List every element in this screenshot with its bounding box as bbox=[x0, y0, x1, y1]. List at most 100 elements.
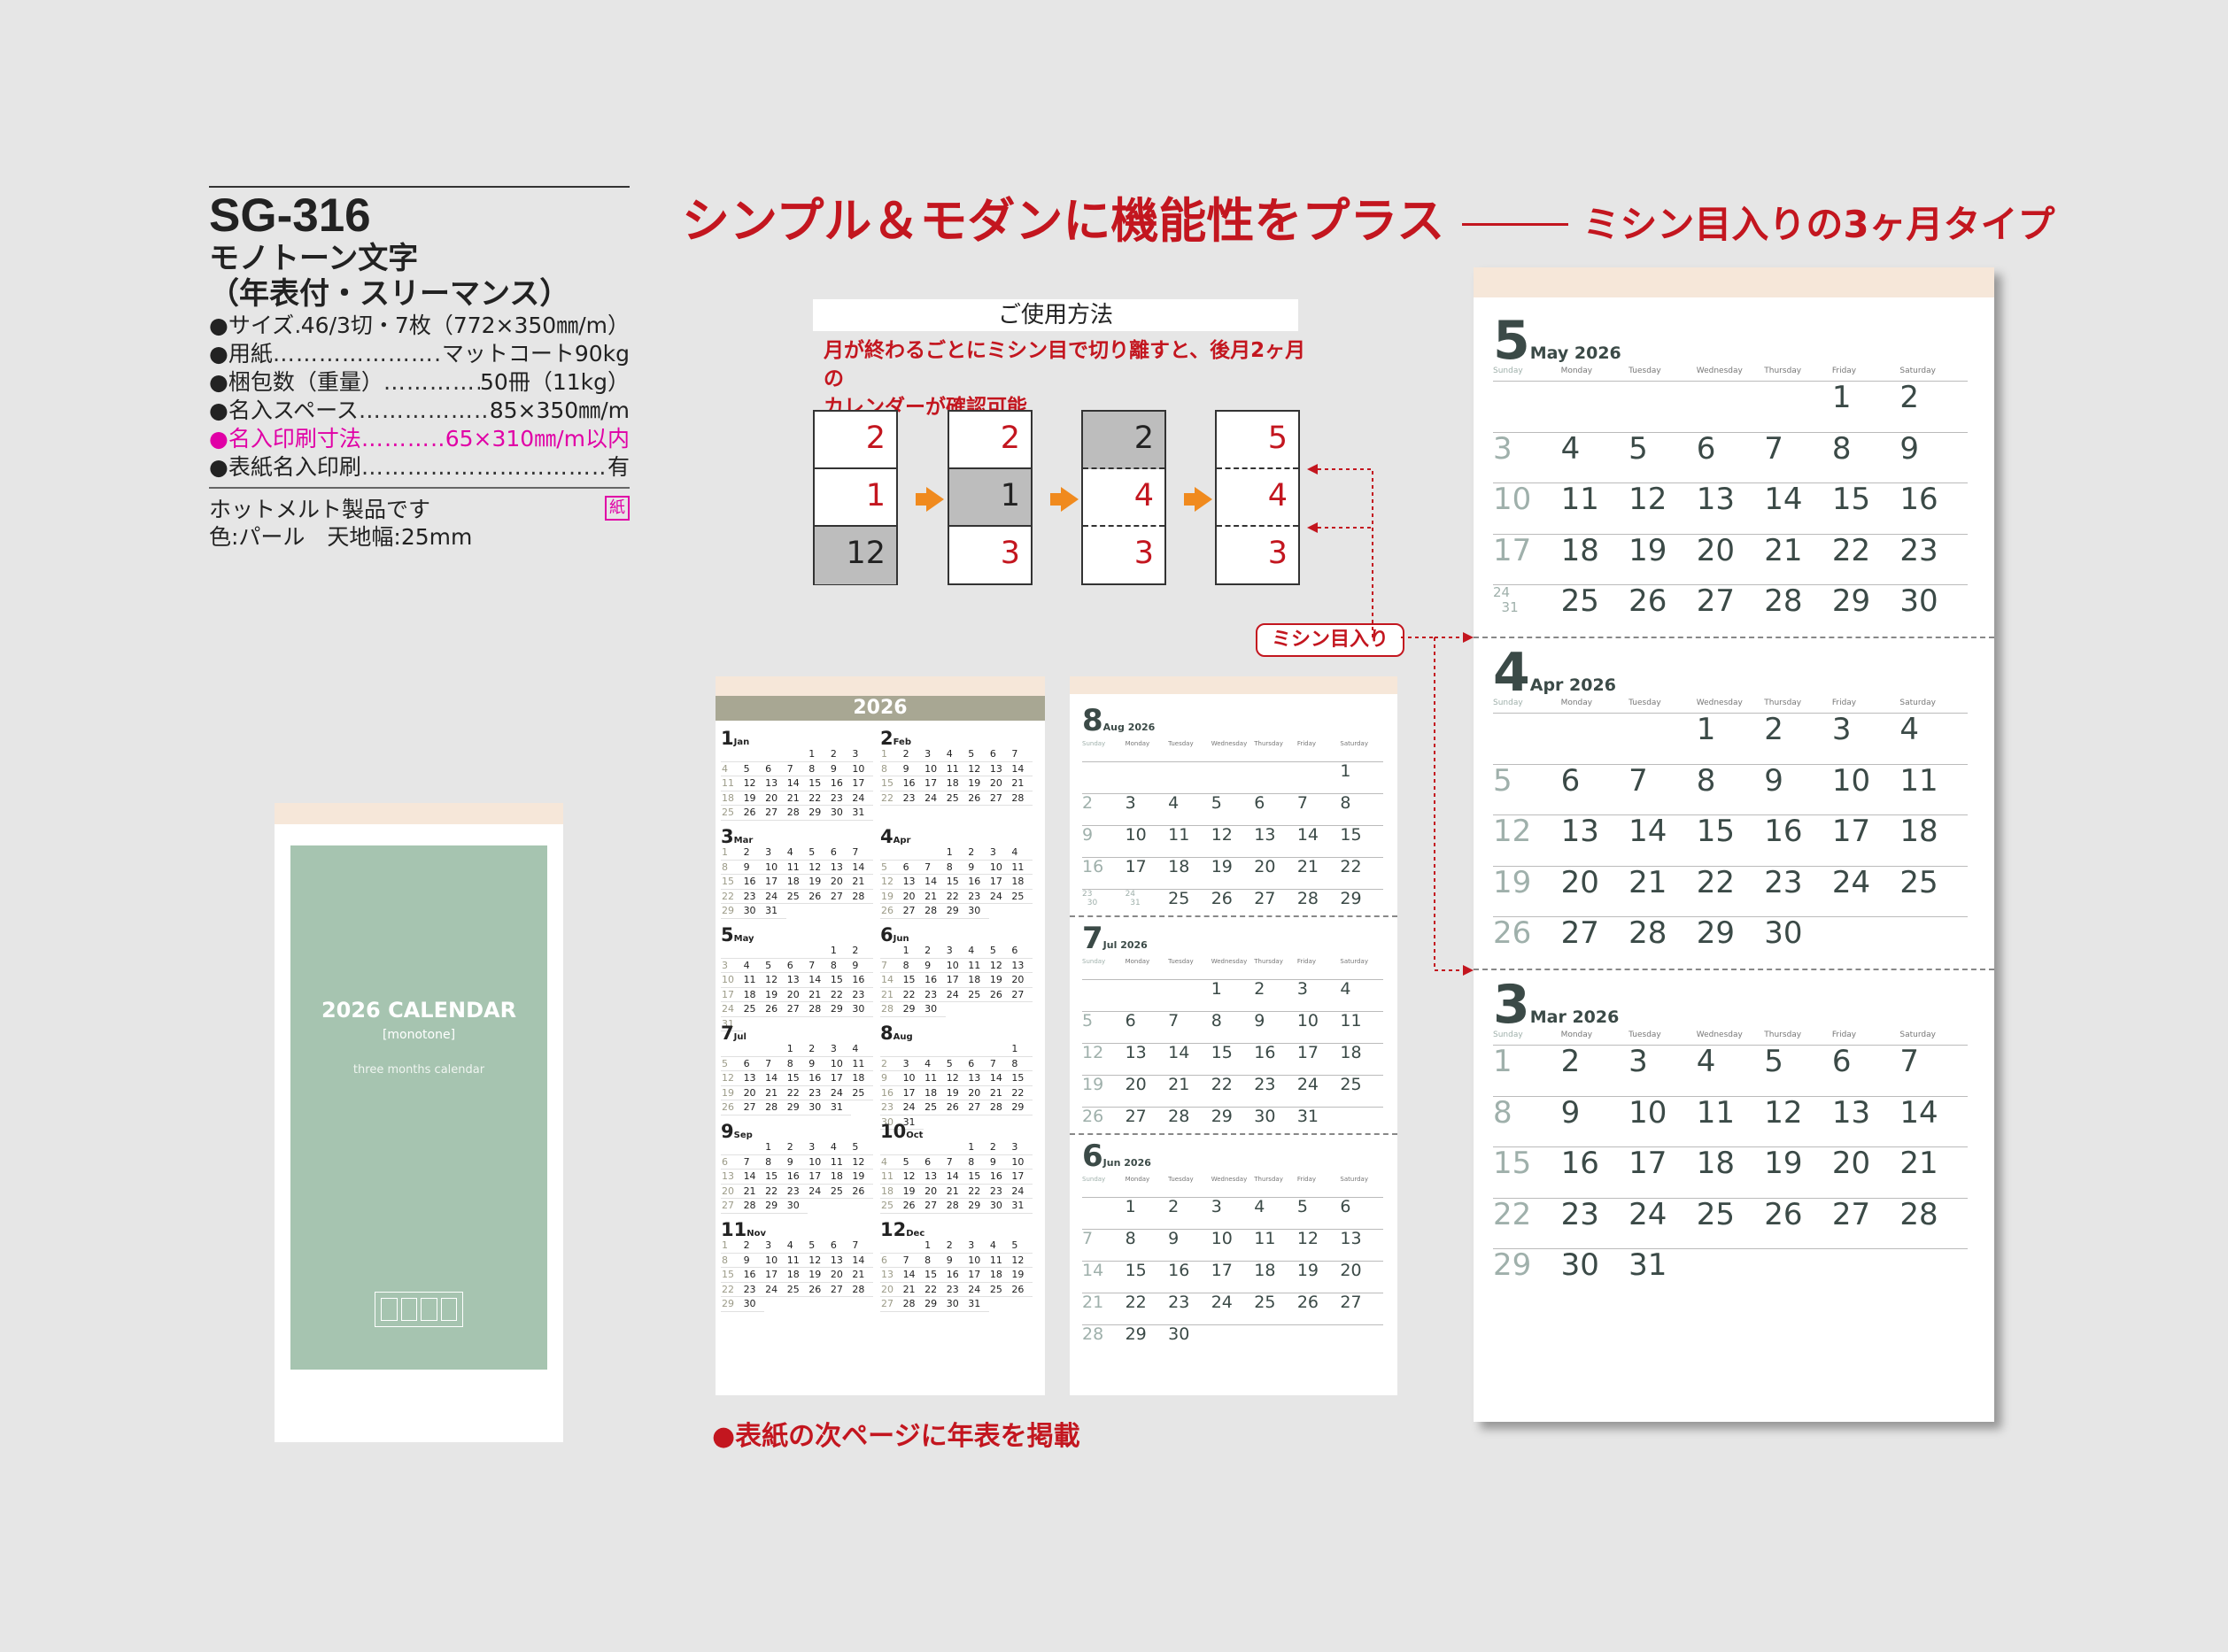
day-cell: 29 bbox=[967, 1199, 989, 1214]
day-cell: 23 bbox=[851, 988, 873, 1002]
day-cell: 24 bbox=[808, 1185, 830, 1199]
day-cell: 27 bbox=[1696, 584, 1765, 636]
year-month: 9Sep 1 2 3 4 5 6 7 8 9 10 11 12 13 14 15 16 17 18 19 20 21 22 2… bbox=[721, 1121, 873, 1214]
cover-title: 2026 CALENDAR bbox=[321, 998, 517, 1023]
weekday-label: Sunday bbox=[1082, 958, 1106, 965]
day-cell: 7 bbox=[1168, 1011, 1211, 1043]
day-cell: 8 bbox=[1211, 1011, 1255, 1043]
day-cell: 15 bbox=[901, 973, 924, 988]
day-cell: 25 bbox=[1696, 1197, 1765, 1249]
day-cell: 10 bbox=[808, 1155, 830, 1170]
year-month: 10Oct 1 2 3 4 5 6 7 8 9 10 11 12 13 14 15 16 17 18 19 20 21 22… bbox=[880, 1121, 1033, 1214]
day-cell: 24 bbox=[901, 1100, 924, 1115]
weekday-label: Friday bbox=[1296, 958, 1317, 965]
day-cell: 10 bbox=[721, 973, 743, 988]
day-cell: 21 bbox=[1899, 1146, 1968, 1198]
day-cell: 3 bbox=[764, 845, 786, 861]
day-cell: 8 bbox=[829, 959, 852, 973]
day-cell: 23 bbox=[945, 1283, 968, 1297]
month-name: May bbox=[733, 934, 754, 944]
day-cell: 12 bbox=[851, 1155, 873, 1170]
day-cell: 24 bbox=[721, 1002, 743, 1017]
day-cell: 17 bbox=[1628, 1146, 1697, 1198]
month-number: 6 bbox=[1082, 1139, 1103, 1174]
day-cell: 1 bbox=[829, 944, 852, 959]
day-cell: 11 bbox=[967, 959, 989, 973]
day-cell: 30 bbox=[785, 1199, 808, 1214]
month-name: May 2026 bbox=[1529, 344, 1621, 363]
day-cell: 21 bbox=[851, 1268, 873, 1283]
day-cell: 21 bbox=[764, 1086, 786, 1100]
year-band: 2026 bbox=[716, 696, 1045, 721]
day-cell: 3 bbox=[901, 1057, 924, 1071]
day-cell: 6 bbox=[1340, 1197, 1383, 1229]
day-cell: 23 bbox=[742, 890, 765, 904]
day-cell: 19 bbox=[721, 1086, 743, 1100]
year-month-grid: 1 2 3 4 5 6 7 8 9 10 11 12 13 14 15 16 17 18 19 20 21 22 23 24 2… bbox=[721, 1239, 873, 1312]
day-cell: 4 bbox=[1010, 845, 1033, 861]
day-cell: 30 bbox=[851, 1002, 873, 1017]
weekday-label: Saturday bbox=[1899, 699, 1936, 707]
day-cell: 1 bbox=[1125, 1197, 1169, 1229]
day-cell: 21 bbox=[1628, 865, 1697, 917]
day-cell: 15 bbox=[785, 1071, 808, 1086]
day-cell: 9 bbox=[924, 959, 946, 973]
perforation-line bbox=[1474, 637, 1994, 638]
day-cell: 10 bbox=[1125, 825, 1169, 857]
month-name: Dec bbox=[906, 1229, 925, 1239]
day-cell: 12 bbox=[1493, 814, 1561, 866]
day-cell: 9 bbox=[808, 1057, 830, 1071]
day-cell: 11 bbox=[988, 1254, 1011, 1268]
day-cell: 12 bbox=[808, 1254, 830, 1268]
day-cell: 4 bbox=[945, 747, 968, 762]
day-cell: 17 bbox=[764, 1268, 786, 1283]
day-cell: 23 bbox=[742, 1283, 765, 1297]
day-cell: 10 bbox=[764, 861, 786, 875]
day-cell: 26 bbox=[721, 1100, 743, 1115]
month-name: Jun bbox=[893, 934, 909, 944]
day-cell: 27 bbox=[901, 904, 924, 919]
day-cell: 8 bbox=[901, 959, 924, 973]
day-cell: 14 bbox=[742, 1170, 765, 1185]
day-cell: 16 bbox=[829, 776, 852, 791]
weekday-label: Sunday bbox=[1493, 1031, 1523, 1039]
day-cell: 9 bbox=[785, 1155, 808, 1170]
day-cell: 31 bbox=[829, 1100, 852, 1115]
day-cell: 8 bbox=[721, 1254, 743, 1268]
day-cell: 14 bbox=[901, 1268, 924, 1283]
day-cell: 1 bbox=[721, 1239, 743, 1254]
year-month: 1Jan 1 2 3 4 5 6 7 8 9 10 11 12 13 14 15 16 17 18 19 20 21 22 2… bbox=[721, 728, 873, 821]
day-cell: 19 bbox=[851, 1170, 873, 1185]
day-cell: 1 bbox=[1211, 979, 1255, 1011]
day-cell: 14 bbox=[1899, 1095, 1968, 1147]
day-cell: 1 bbox=[880, 747, 902, 762]
binding-strip bbox=[1474, 267, 1994, 297]
day-cell: 17 bbox=[851, 776, 873, 791]
day-cell: 6 bbox=[1125, 1011, 1169, 1043]
day-cell: 20 bbox=[785, 988, 808, 1002]
day-cell: 16 bbox=[880, 1086, 902, 1100]
day-cell: 30 bbox=[1168, 1324, 1211, 1356]
day-cell: 28 bbox=[901, 1297, 924, 1312]
cover-page: 2026 CALENDAR [monotone] three months ca… bbox=[275, 803, 563, 1442]
day-cell: 16 bbox=[1560, 1146, 1629, 1198]
weekday-label: Saturday bbox=[1899, 367, 1936, 375]
day-cell: 21 bbox=[1010, 776, 1033, 791]
day-cell: 6 bbox=[1254, 793, 1297, 825]
month-name: Jul bbox=[733, 1032, 747, 1042]
day-cell: 8 bbox=[1831, 431, 1900, 483]
day-cell: 4 bbox=[742, 959, 765, 973]
day-cell: 29 bbox=[829, 1002, 852, 1017]
day-cell: 2 bbox=[1254, 979, 1297, 1011]
weekday-label: Thursday bbox=[1764, 1031, 1802, 1039]
day-cell: 29 bbox=[1010, 1100, 1033, 1115]
day-cell: 8 bbox=[785, 1057, 808, 1071]
day-cell: 26 bbox=[988, 988, 1011, 1002]
year-month: 7Jul 1 2 3 4 5 6 7 8 9 10 11 12 13 14 15 16 17 18 19 20 21 22 2… bbox=[721, 1023, 873, 1115]
day-cell: 11 bbox=[1010, 861, 1033, 875]
day-cell: 21 bbox=[1764, 533, 1832, 585]
day-cell: 2 bbox=[880, 1057, 902, 1071]
day-cell: 25 bbox=[924, 1100, 946, 1115]
day-cell: 3 bbox=[945, 944, 968, 959]
day-cell: 27 bbox=[924, 1199, 946, 1214]
